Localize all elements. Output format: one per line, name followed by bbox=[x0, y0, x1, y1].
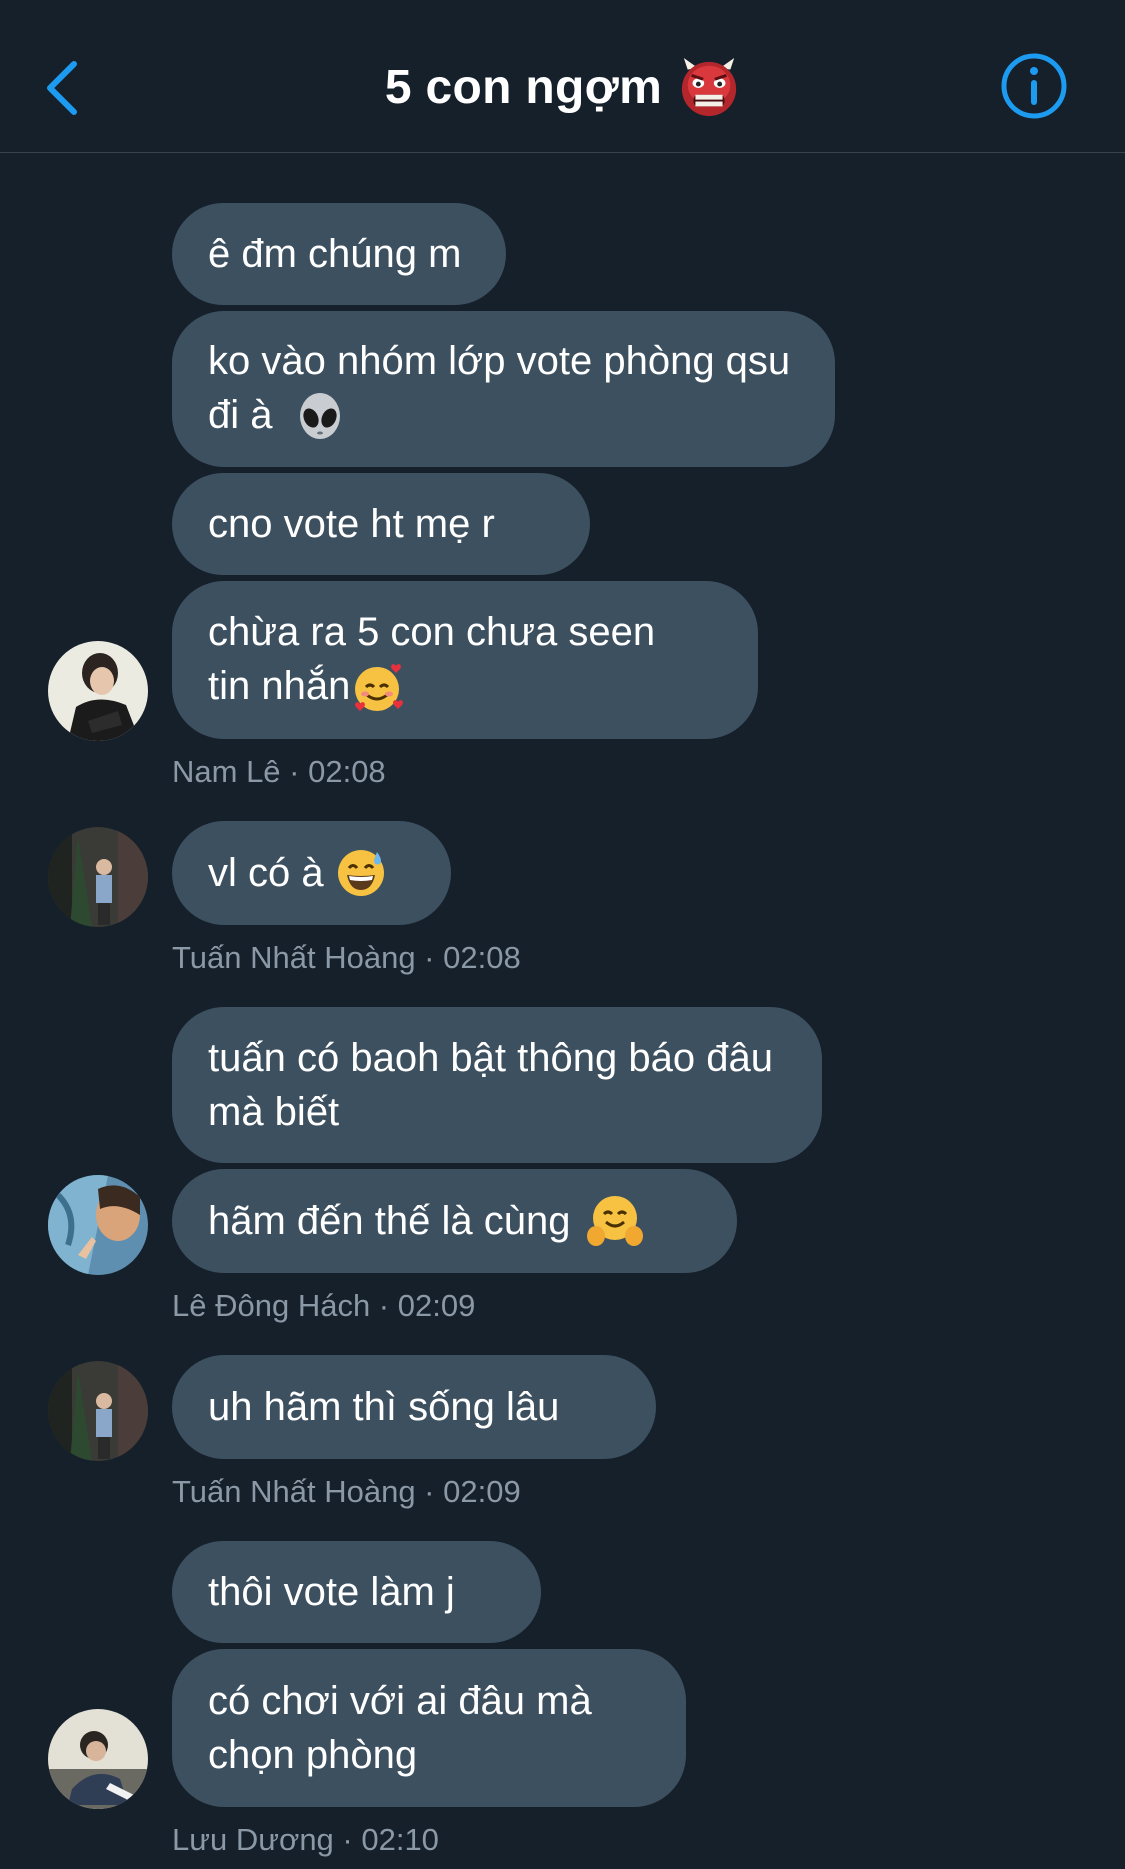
message-bubble[interactable]: ê đm chúng m bbox=[172, 203, 506, 305]
avatar-photo bbox=[48, 1361, 148, 1461]
message-bubble[interactable]: thôi vote làm j bbox=[172, 1541, 541, 1643]
message-meta: Lê Đông Hách · 02:09 bbox=[172, 1288, 476, 1323]
info-circle-icon bbox=[1001, 53, 1067, 119]
message-bubble[interactable]: có chơi với ai đâu mà chọn phòng bbox=[172, 1649, 686, 1807]
avatar[interactable] bbox=[48, 1709, 148, 1809]
message-text: chừa ra 5 con chưa seen tin nhắn bbox=[208, 609, 656, 708]
message-text: uh hãm thì sống lâu bbox=[208, 1385, 560, 1429]
avatar-photo bbox=[48, 1709, 148, 1809]
message-bubble[interactable]: cno vote ht mẹ r bbox=[172, 473, 590, 575]
message-meta: Lưu Dương · 02:10 bbox=[172, 1822, 439, 1857]
avatar-photo bbox=[48, 641, 148, 741]
chat-screen: 5 con ngợm ê đm chúng m ko vào nhóm lớp … bbox=[0, 0, 1125, 1869]
conversation-title: 5 con ngợm bbox=[384, 60, 663, 114]
message-meta: Tuấn Nhất Hoàng · 02:09 bbox=[172, 1474, 521, 1509]
grinning-sweat-emoji bbox=[337, 850, 384, 896]
message-text: tuấn có baoh bật thông báo đâu mà biết bbox=[208, 1036, 773, 1134]
message-text: cno vote ht mẹ r bbox=[208, 502, 495, 546]
conversation-header: 5 con ngợm bbox=[0, 0, 1125, 153]
avatar-photo bbox=[48, 1175, 148, 1275]
message-meta: Tuấn Nhất Hoàng · 02:08 bbox=[172, 940, 521, 975]
avatar[interactable] bbox=[48, 1175, 148, 1275]
avatar[interactable] bbox=[48, 1361, 148, 1461]
avatar-photo bbox=[48, 827, 148, 927]
message-text: vl có à bbox=[208, 851, 324, 895]
message-text: ê đm chúng m bbox=[208, 232, 462, 276]
alien-emoji bbox=[299, 392, 340, 439]
message-text: thôi vote làm j bbox=[208, 1570, 455, 1614]
conversation-title-area[interactable]: 5 con ngợm bbox=[0, 52, 1125, 122]
message-bubble[interactable]: hãm đến thế là cùng bbox=[172, 1169, 737, 1273]
message-bubble[interactable]: vl có à bbox=[172, 821, 451, 925]
avatar[interactable] bbox=[48, 641, 148, 741]
message-bubble[interactable]: tuấn có baoh bật thông báo đâu mà biết bbox=[172, 1007, 822, 1163]
message-bubble[interactable]: ko vào nhóm lớp vote phòng qsu đi à bbox=[172, 311, 835, 467]
hugging-face-emoji bbox=[587, 1196, 644, 1246]
message-bubble[interactable]: chừa ra 5 con chưa seen tin nhắn bbox=[172, 581, 758, 739]
message-text: hãm đến thế là cùng bbox=[208, 1199, 571, 1243]
smiling-face-with-hearts-emoji bbox=[355, 664, 404, 712]
message-meta: Nam Lê · 02:08 bbox=[172, 754, 386, 789]
conversation-info-button[interactable] bbox=[1000, 52, 1068, 120]
message-text: có chơi với ai đâu mà chọn phòng bbox=[208, 1679, 592, 1777]
ogre-emoji bbox=[681, 57, 737, 117]
message-bubble[interactable]: uh hãm thì sống lâu bbox=[172, 1355, 656, 1459]
avatar[interactable] bbox=[48, 827, 148, 927]
